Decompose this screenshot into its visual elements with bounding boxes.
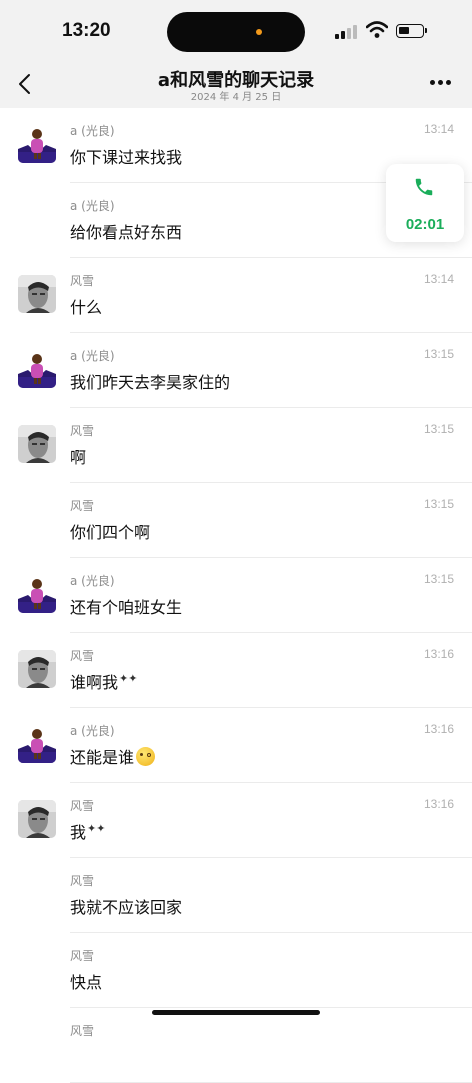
message-text-content: 什么 — [70, 298, 103, 317]
message-time: 13:15 — [423, 347, 454, 361]
dynamic-island — [167, 12, 305, 52]
chat-date: 2024 年 4 月 25 日 — [190, 92, 282, 103]
message-text: 我们昨天去李昊家住的 — [70, 369, 230, 393]
message-text-content: 还有个咱班女生 — [70, 598, 183, 617]
wifi-icon — [366, 21, 388, 38]
chat-history-header: a和风雪的聊天记录 2024 年 4 月 25 日 — [0, 62, 472, 108]
call-floating-window[interactable]: 02:01 — [386, 164, 464, 242]
message-text: 还能是谁 — [70, 744, 156, 768]
message-list: a (光良) 13:14 你下课过来找我 a (光良) 给你看点好东西风雪 13:14 什么… — [0, 108, 472, 1083]
sender-name: a (光良) — [70, 124, 115, 138]
message-row[interactable]: 风雪 快点 — [0, 933, 472, 1008]
a-avatar[interactable] — [18, 725, 56, 763]
fengxue-avatar[interactable] — [18, 650, 56, 688]
message-text-content: 我就不应该回家 — [70, 898, 183, 917]
message-time: 13:16 — [423, 722, 454, 736]
message-row[interactable]: 风雪 13:15 啊 — [0, 408, 472, 483]
message-text-content: 你们四个啊 — [70, 523, 151, 542]
fengxue-avatar[interactable] — [18, 800, 56, 838]
message-text: 什么 — [70, 294, 102, 318]
sender-name: a (光良) — [70, 574, 115, 588]
a-avatar[interactable] — [18, 125, 56, 163]
sender-name: 风雪 — [70, 799, 95, 813]
message-text: 我就不应该回家 — [70, 894, 182, 918]
message-row[interactable]: a (光良) 13:16 还能是谁 — [0, 708, 472, 783]
battery-icon — [396, 24, 427, 38]
a-avatar[interactable] — [18, 575, 56, 613]
sender-name: 风雪 — [70, 874, 95, 888]
status-bar: 13:20 — [0, 0, 472, 62]
message-row[interactable]: a (光良) 13:15 我们昨天去李昊家住的 — [0, 333, 472, 408]
message-text: 我✦✦ — [70, 819, 105, 843]
message-time: 13:16 — [423, 797, 454, 811]
fengxue-avatar[interactable] — [18, 425, 56, 463]
sender-name: a (光良) — [70, 724, 115, 738]
message-text-content: 啊 — [70, 448, 87, 467]
message-time: 13:15 — [423, 497, 454, 511]
sender-name: a (光良) — [70, 349, 115, 363]
message-time: 13:14 — [423, 272, 454, 286]
message-row[interactable]: 风雪 13:15 你们四个啊 — [0, 483, 472, 558]
a-avatar[interactable] — [18, 350, 56, 388]
sparkle-emoji: ✦✦ — [87, 822, 106, 835]
message-text: 还有个咱班女生 — [70, 594, 182, 618]
status-time: 13:20 — [62, 20, 111, 41]
sender-name: 风雪 — [70, 949, 95, 963]
message-text: 快点 — [70, 969, 102, 993]
call-duration: 02:01 — [405, 216, 445, 233]
phone-icon — [415, 178, 433, 196]
message-time: 13:16 — [423, 647, 454, 661]
message-text-content: 谁啊我 — [70, 673, 119, 692]
message-text-content: 给你看点好东西 — [70, 223, 183, 242]
sender-name: a (光良) — [70, 199, 115, 213]
recording-indicator — [256, 29, 262, 35]
message-text-content: 快点 — [70, 973, 103, 992]
message-text: 啊 — [70, 444, 86, 468]
message-text: 谁啊我✦✦ — [70, 669, 137, 693]
sparkle-emoji: ✦✦ — [119, 672, 138, 685]
sender-name: 风雪 — [70, 1024, 95, 1038]
fengxue-avatar[interactable] — [18, 275, 56, 313]
message-text-content: 你下课过来找我 — [70, 148, 183, 167]
home-indicator[interactable] — [152, 1010, 320, 1015]
message-text: 给你看点好东西 — [70, 219, 182, 243]
message-time: 13:15 — [423, 572, 454, 586]
message-text-content: 我 — [70, 823, 87, 842]
cellular-signal-icon — [335, 25, 361, 39]
message-time: 13:14 — [423, 122, 454, 136]
message-row[interactable]: 风雪 13:16 谁啊我✦✦ — [0, 633, 472, 708]
message-row[interactable]: 风雪 我就不应该回家 — [0, 858, 472, 933]
message-text-content: 还能是谁 — [70, 748, 135, 767]
more-options-icon[interactable] — [430, 80, 452, 86]
message-text: 你们四个啊 — [70, 519, 150, 543]
message-row[interactable]: a (光良) 13:15 还有个咱班女生 — [0, 558, 472, 633]
message-text: 你下课过来找我 — [70, 144, 182, 168]
sender-name: 风雪 — [70, 274, 95, 288]
sender-name: 风雪 — [70, 424, 95, 438]
message-row[interactable]: 风雪 13:16 我✦✦ — [0, 783, 472, 858]
flushed-emoji — [136, 747, 156, 766]
message-time: 13:15 — [423, 422, 454, 436]
sender-name: 风雪 — [70, 499, 95, 513]
sender-name: 风雪 — [70, 649, 95, 663]
message-row[interactable]: 风雪 13:14 什么 — [0, 258, 472, 333]
message-row[interactable]: 风雪 — [0, 1008, 472, 1083]
message-text-content: 我们昨天去李昊家住的 — [70, 373, 231, 392]
